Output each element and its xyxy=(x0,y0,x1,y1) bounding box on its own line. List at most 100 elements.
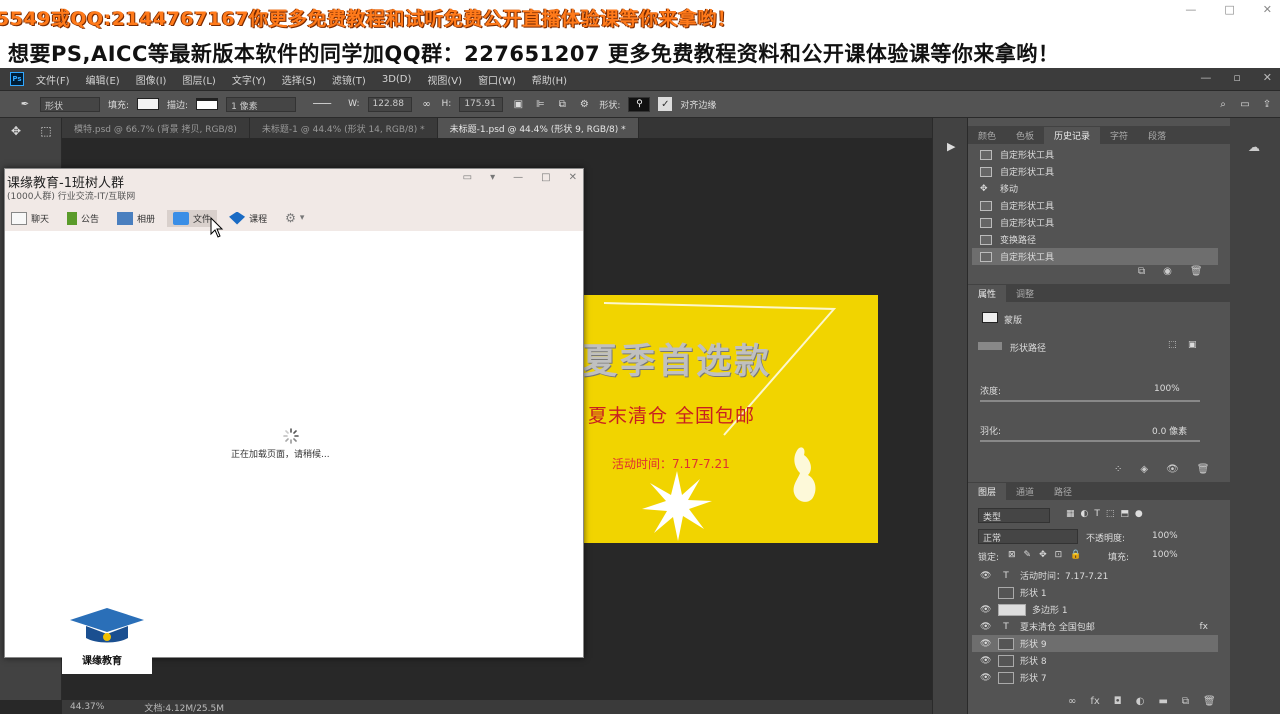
width-field[interactable]: 122.88 xyxy=(367,96,412,112)
document-tab[interactable]: 模特.psd @ 66.7% (背景 拷贝, RGB/8) xyxy=(62,118,250,138)
path-alignment-icon[interactable]: ⊫ xyxy=(533,97,547,111)
menu-help[interactable]: 帮助(H) xyxy=(532,72,567,87)
tab-history[interactable]: 历史记录 xyxy=(1044,126,1101,144)
visibility-icon[interactable]: 👁 xyxy=(1166,464,1179,475)
fill-value[interactable]: 100% xyxy=(1152,550,1178,560)
layer-row[interactable]: 形状 1 xyxy=(972,584,1218,601)
zoom-level[interactable]: 44.37% xyxy=(70,702,104,712)
visibility-eye-icon[interactable]: 👁 xyxy=(980,639,992,649)
custom-shape-picker[interactable]: ⚲ xyxy=(628,96,651,112)
pen-tool-icon[interactable]: ✒ xyxy=(18,97,32,111)
layer-row[interactable]: 👁 形状 8 xyxy=(972,652,1218,669)
trash-icon[interactable]: 🗑 xyxy=(1190,266,1203,277)
minimize-icon[interactable]: — xyxy=(1185,3,1196,16)
qq-minimize-icon[interactable]: — xyxy=(513,172,523,183)
path-arrangement-icon[interactable]: ⧉ xyxy=(555,97,569,111)
workspace-icon[interactable]: ▭ xyxy=(1238,97,1252,111)
menu-layer[interactable]: 图层(L) xyxy=(182,72,215,87)
layer-row[interactable]: 👁 形状 7 xyxy=(972,669,1218,686)
app-close-icon[interactable]: ✕ xyxy=(1263,71,1272,84)
menu-3d[interactable]: 3D(D) xyxy=(382,74,412,85)
menu-view[interactable]: 视图(V) xyxy=(427,72,462,87)
fill-swatch[interactable] xyxy=(137,98,160,110)
menu-edit[interactable]: 编辑(E) xyxy=(86,72,120,87)
layer-row-active[interactable]: 👁 形状 9 xyxy=(972,635,1218,652)
new-document-icon[interactable]: ⧉ xyxy=(1138,266,1145,277)
layer-filter-select[interactable]: 类型 xyxy=(978,508,1050,523)
vector-mask-icon[interactable]: ▣ xyxy=(1188,340,1197,350)
maximize-icon[interactable]: □ xyxy=(1224,3,1234,16)
stroke-swatch[interactable] xyxy=(196,98,219,110)
feather-slider[interactable] xyxy=(980,440,1200,442)
marquee-tool-icon[interactable]: ⬚ xyxy=(36,122,56,140)
layer-filter-icons[interactable]: ▦◐T⬚⬒● xyxy=(1066,509,1149,519)
history-item[interactable]: 自定形状工具 xyxy=(972,214,1218,231)
layer-row[interactable]: 👁 多边形 1 xyxy=(972,601,1218,618)
density-value[interactable]: 100% xyxy=(1154,384,1180,394)
qq-settings-icon[interactable]: ▭ xyxy=(463,172,472,183)
qq-close-icon[interactable]: ✕ xyxy=(569,172,577,183)
fx-icon[interactable]: fx xyxy=(1200,622,1209,632)
new-group-icon[interactable]: ▬ xyxy=(1158,696,1167,707)
align-edges-checkbox[interactable]: ✓ xyxy=(658,97,673,111)
menu-file[interactable]: 文件(F) xyxy=(36,72,70,87)
tab-channels[interactable]: 通道 xyxy=(1006,483,1044,500)
link-icon[interactable]: ∞ xyxy=(420,97,434,111)
qq-tab-more[interactable]: ⚙ ▾ xyxy=(279,209,310,227)
visibility-eye-icon[interactable]: 👁 xyxy=(980,605,992,615)
feather-value[interactable]: 0.0 像素 xyxy=(1152,424,1187,437)
history-item[interactable]: 变换路径 xyxy=(972,231,1218,248)
menu-type[interactable]: 文字(Y) xyxy=(232,72,266,87)
qq-tab-course[interactable]: 课程 xyxy=(223,210,273,227)
menu-window[interactable]: 窗口(W) xyxy=(478,72,516,87)
height-field[interactable]: 175.91 xyxy=(459,96,504,112)
history-item[interactable]: ✥ 移动 xyxy=(972,180,1218,197)
tab-character[interactable]: 字符 xyxy=(1100,127,1138,144)
tab-paths[interactable]: 路径 xyxy=(1044,483,1082,500)
tab-adjustments[interactable]: 调整 xyxy=(1006,285,1044,302)
visibility-eye-icon[interactable]: 👁 xyxy=(980,673,992,683)
blend-mode-select[interactable]: 正常 xyxy=(978,529,1078,544)
qq-group-window[interactable]: 课缘教育-1班树人群 (1000人群) 行业交流-IT/互联网 ▭ ▾ — □ … xyxy=(4,168,584,658)
link-layers-icon[interactable]: ∞ xyxy=(1068,696,1076,707)
new-layer-icon[interactable]: ⧉ xyxy=(1182,696,1189,707)
app-restore-icon[interactable]: ▫ xyxy=(1233,71,1240,84)
qq-maximize-icon[interactable]: □ xyxy=(541,172,550,183)
visibility-eye-icon[interactable]: 👁 xyxy=(980,622,992,632)
add-mask-icon[interactable]: ◘ xyxy=(1114,696,1122,707)
close-icon[interactable]: ✕ xyxy=(1263,3,1272,16)
history-item-active[interactable]: 自定形状工具 xyxy=(972,248,1218,265)
stroke-type-icon[interactable]: ─── xyxy=(304,97,340,111)
tab-color[interactable]: 颜色 xyxy=(968,127,1006,144)
layer-row[interactable]: 👁 T 夏末清仓 全国包邮 fx xyxy=(972,618,1218,635)
qq-tab-notice[interactable]: 公告 xyxy=(61,210,105,227)
visibility-eye-icon[interactable]: 👁 xyxy=(980,656,992,666)
add-mask-icon[interactable]: ⬚ xyxy=(1168,340,1177,350)
menu-image[interactable]: 图像(I) xyxy=(136,72,167,87)
path-operations-icon[interactable]: ▣ xyxy=(511,97,525,111)
layer-row[interactable]: 👁 T 活动时间：7.17-7.21 xyxy=(972,567,1218,584)
qq-pin-icon[interactable]: ▾ xyxy=(490,172,495,183)
add-style-icon[interactable]: fx xyxy=(1090,696,1099,707)
density-slider[interactable] xyxy=(980,400,1200,402)
qq-tab-chat[interactable]: 聊天 xyxy=(5,210,55,227)
history-item[interactable]: 自定形状工具 xyxy=(972,197,1218,214)
visibility-eye-icon[interactable]: 👁 xyxy=(980,571,992,581)
poster-canvas[interactable]: 夏季首选款 夏末清仓 全国包邮 活动时间：7.17-7.21 xyxy=(584,295,878,543)
search-icon[interactable]: ⌕ xyxy=(1216,97,1230,111)
opacity-value[interactable]: 100% xyxy=(1152,531,1178,541)
tab-layers[interactable]: 图层 xyxy=(968,482,1007,500)
tab-paragraph[interactable]: 段落 xyxy=(1138,127,1176,144)
history-item[interactable]: 自定形状工具 xyxy=(972,163,1218,180)
move-tool-icon[interactable]: ✥ xyxy=(6,122,26,140)
menu-filter[interactable]: 滤镜(T) xyxy=(332,72,366,87)
tab-properties[interactable]: 属性 xyxy=(968,284,1007,302)
snapshot-icon[interactable]: ◉ xyxy=(1163,266,1172,277)
document-tab[interactable]: 未标题-1 @ 44.4% (形状 14, RGB/8) * xyxy=(249,118,438,138)
menu-select[interactable]: 选择(S) xyxy=(282,72,316,87)
document-tab-active[interactable]: 未标题-1.psd @ 44.4% (形状 9, RGB/8) * xyxy=(437,118,639,138)
app-minimize-icon[interactable]: — xyxy=(1200,71,1211,84)
cloud-icon[interactable]: ☁ xyxy=(1248,140,1260,154)
lock-icons[interactable]: ⊠✎✥⊡🔒 xyxy=(1008,550,1089,560)
tool-mode-select[interactable]: 形状 xyxy=(40,96,100,112)
